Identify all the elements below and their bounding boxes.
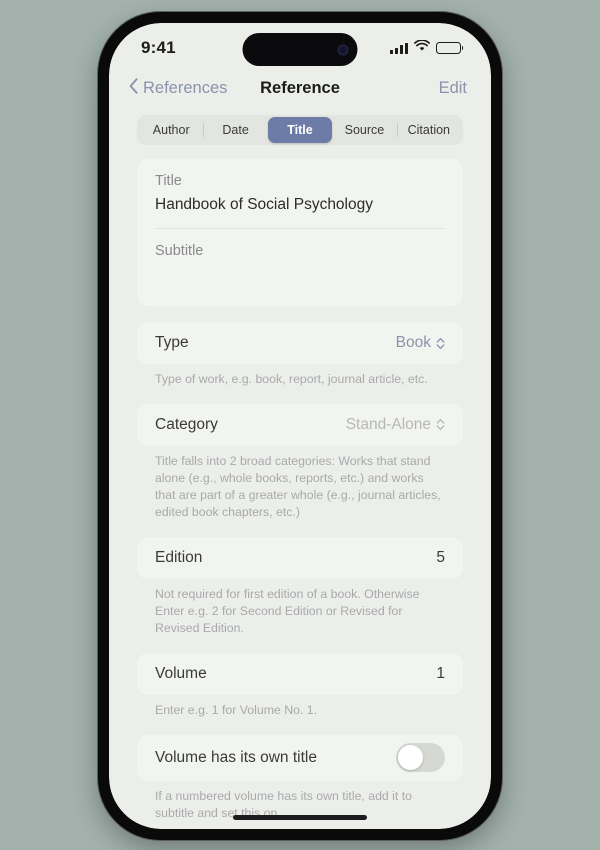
subtitle-field[interactable]: Subtitle xyxy=(137,229,463,306)
form-content[interactable]: Title Handbook of Social Psychology Subt… xyxy=(109,159,491,829)
phone-frame: 9:41 References Reference Edit Author Da… xyxy=(98,12,502,840)
category-row-label: Category xyxy=(155,415,218,433)
segment-title[interactable]: Title xyxy=(267,117,333,143)
subtitle-field-label: Subtitle xyxy=(155,243,204,259)
page-title: Reference xyxy=(260,78,340,97)
volume-row-value[interactable]: 1 xyxy=(436,665,445,683)
segment-source[interactable]: Source xyxy=(332,117,396,143)
edition-row[interactable]: Edition 5 xyxy=(137,537,463,579)
segment-citation[interactable]: Citation xyxy=(396,117,461,143)
phone-bezel: 9:41 References Reference Edit Author Da… xyxy=(109,23,491,829)
edition-card[interactable]: Edition 5 xyxy=(137,536,463,579)
type-row-value-text: Book xyxy=(395,334,431,351)
chevron-left-icon xyxy=(129,77,138,99)
cellular-signal-icon xyxy=(390,42,408,54)
front-camera-icon xyxy=(337,44,349,55)
category-row-value[interactable]: Stand-Alone xyxy=(346,416,445,434)
segmented-control-wrapper: Author Date Title Source Citation xyxy=(109,107,491,159)
type-card[interactable]: Type Book xyxy=(137,322,463,364)
status-icons xyxy=(390,35,464,57)
back-button-label: References xyxy=(143,78,228,97)
volume-title-card[interactable]: Volume has its own title xyxy=(137,734,463,781)
segmented-control[interactable]: Author Date Title Source Citation xyxy=(137,115,463,145)
volume-card[interactable]: Volume 1 xyxy=(137,652,463,695)
volume-title-toggle-label: Volume has its own title xyxy=(155,748,317,766)
chevron-up-down-icon xyxy=(436,418,445,431)
phone-screen: 9:41 References Reference Edit Author Da… xyxy=(109,23,491,829)
type-row-label: Type xyxy=(155,334,189,351)
status-time: 9:41 xyxy=(141,38,176,57)
category-card[interactable]: Category Stand-Alone xyxy=(137,403,463,446)
type-row-value[interactable]: Book xyxy=(396,334,445,352)
volume-row-label: Volume xyxy=(155,664,207,682)
segment-date[interactable]: Date xyxy=(203,117,267,143)
type-row-help: Type of work, e.g. book, report, journal… xyxy=(155,372,428,386)
wifi-icon xyxy=(414,39,430,57)
dynamic-island xyxy=(242,33,358,66)
volume-row-help: Enter e.g. 1 for Volume No. 1. xyxy=(155,702,317,717)
back-button-references[interactable]: References xyxy=(129,77,228,99)
category-row[interactable]: Category Stand-Alone xyxy=(137,404,463,446)
title-field-value[interactable]: Handbook of Social Psychology xyxy=(155,196,445,214)
volume-title-toggle[interactable] xyxy=(396,743,445,773)
segment-author[interactable]: Author xyxy=(139,117,203,143)
battery-full-icon xyxy=(436,42,464,54)
navigation-bar: References Reference Edit xyxy=(109,69,491,107)
toggle-knob xyxy=(398,745,423,771)
edition-row-label: Edition xyxy=(155,548,203,566)
edit-button[interactable]: Edit xyxy=(439,79,467,98)
title-field[interactable]: Title Handbook of Social Psychology xyxy=(137,159,463,228)
title-field-label: Title xyxy=(155,173,182,189)
volume-row[interactable]: Volume 1 xyxy=(137,653,463,695)
volume-title-toggle-row[interactable]: Volume has its own title xyxy=(137,735,463,781)
status-bar: 9:41 xyxy=(109,23,491,69)
edition-row-value[interactable]: 5 xyxy=(436,549,445,567)
edition-row-help: Not required for first edition of a book… xyxy=(155,586,420,635)
title-card: Title Handbook of Social Psychology Subt… xyxy=(137,159,463,306)
type-row[interactable]: Type Book xyxy=(137,322,463,364)
chevron-up-down-icon xyxy=(436,337,445,350)
category-row-value-text: Stand-Alone xyxy=(345,415,431,433)
home-indicator[interactable] xyxy=(233,815,367,820)
category-row-help: Title falls into 2 broad categories: Wor… xyxy=(155,453,441,519)
